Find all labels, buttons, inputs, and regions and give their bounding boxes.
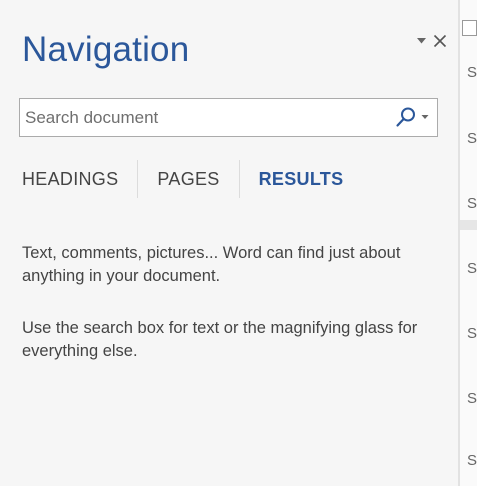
results-help-text: Text, comments, pictures... Word can fin… — [22, 244, 401, 285]
doc-char: S — [467, 130, 477, 147]
doc-char: S — [467, 452, 477, 469]
tab-results[interactable]: RESULTS — [259, 169, 344, 190]
document-selection-box — [462, 20, 477, 36]
doc-char: S — [467, 260, 477, 277]
pane-options-button[interactable] — [416, 37, 427, 45]
doc-char: S — [467, 64, 477, 81]
pane-tabs: HEADINGS PAGES RESULTS — [22, 160, 344, 198]
doc-char: S — [467, 195, 477, 212]
search-box — [19, 98, 438, 137]
search-input[interactable] — [25, 99, 375, 136]
tab-pages[interactable]: PAGES — [157, 169, 219, 190]
tab-divider — [137, 160, 139, 198]
navigation-pane: Navigation HEADINGS PAGES — [0, 0, 459, 486]
close-button[interactable] — [433, 34, 447, 48]
search-tip-text: Use the search box for text or the magni… — [22, 319, 418, 360]
magnifier-icon — [396, 107, 415, 127]
close-icon — [433, 34, 447, 48]
tab-headings[interactable]: HEADINGS — [22, 169, 118, 190]
doc-char: S — [467, 390, 477, 407]
pane-controls — [416, 34, 447, 48]
doc-char: S — [467, 325, 477, 342]
chevron-down-icon — [421, 115, 429, 119]
pane-title: Navigation — [22, 30, 190, 69]
document-edge: S S S S S S S — [460, 0, 477, 486]
search-options-button[interactable] — [395, 106, 429, 128]
chevron-down-icon — [417, 38, 426, 44]
tab-divider — [238, 160, 240, 198]
document-band — [460, 220, 477, 230]
